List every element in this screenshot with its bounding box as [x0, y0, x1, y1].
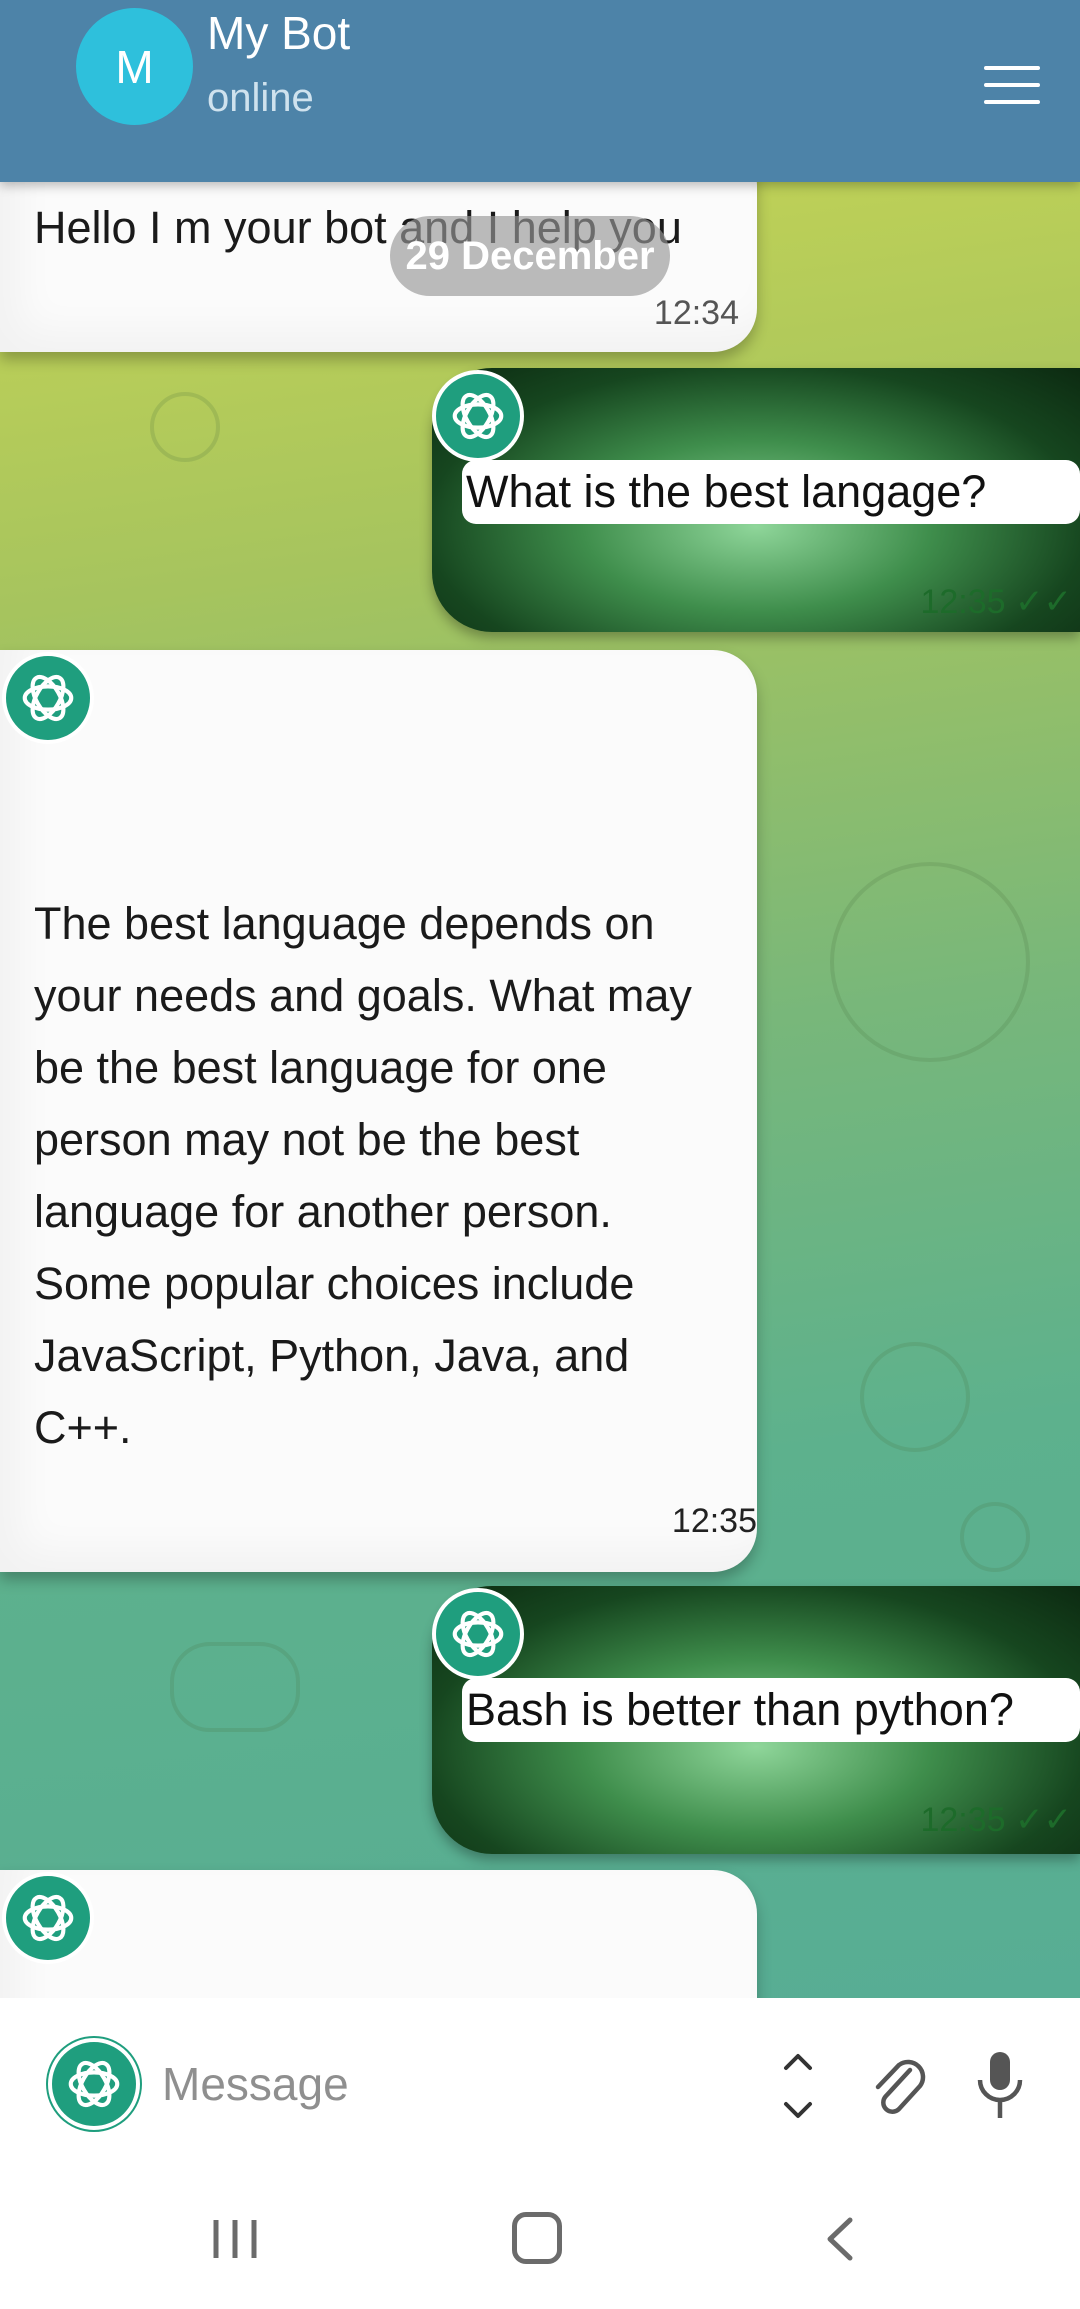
- doodle-pizza: [860, 1342, 970, 1452]
- chevron-up-down-icon[interactable]: [770, 2038, 826, 2134]
- message-text: The best language depends on your needs …: [34, 898, 692, 1453]
- chatgpt-logo-icon: [2, 652, 94, 744]
- message-outgoing[interactable]: Bash is better than python? 12:35 ✓✓: [432, 1586, 1080, 1854]
- online-status: online: [207, 76, 314, 120]
- message-time: 12:34: [653, 294, 739, 332]
- menu-icon[interactable]: [984, 66, 1040, 108]
- message-text: What is the best langage?: [462, 460, 1080, 524]
- message-text: Bash is better than python?: [462, 1678, 1080, 1742]
- back-icon[interactable]: [820, 2216, 860, 2262]
- doodle-egg: [150, 392, 220, 462]
- recent-apps-icon[interactable]: [210, 2216, 260, 2262]
- date-separator: 29 December: [390, 216, 670, 296]
- message-time: 12:35 ✓✓: [920, 1801, 1072, 1839]
- message-incoming[interactable]: [0, 1870, 757, 1998]
- microphone-icon[interactable]: [972, 2048, 1028, 2122]
- chat-area[interactable]: Hello I m your bot and I help you 12:34 …: [0, 182, 1080, 1998]
- chatgpt-logo-icon: [432, 1588, 524, 1680]
- chat-header: M My Bot online: [0, 0, 1080, 182]
- doodle-cloud: [170, 1642, 300, 1732]
- doodle-balloon: [830, 862, 1030, 1062]
- double-check-icon: ✓✓: [1015, 583, 1072, 621]
- message-outgoing[interactable]: What is the best langage? 12:35 ✓✓: [432, 368, 1080, 632]
- avatar-letter: M: [115, 40, 154, 93]
- chat-title[interactable]: My Bot: [207, 6, 350, 60]
- message-time: 12:35 ✓✓: [920, 583, 1072, 621]
- message-time: 12:35: [671, 1502, 757, 1540]
- doodle-lollipop: [960, 1502, 1030, 1572]
- chatgpt-logo-icon: [2, 1872, 94, 1964]
- paperclip-icon[interactable]: [866, 2050, 928, 2120]
- bot-avatar[interactable]: M: [76, 8, 193, 125]
- chatgpt-logo-icon: [432, 370, 524, 462]
- double-check-icon: ✓✓: [1015, 1801, 1072, 1839]
- system-navigation-bar: [0, 2166, 1080, 2309]
- home-icon[interactable]: [512, 2212, 562, 2264]
- message-input-bar: [0, 1998, 1080, 2166]
- message-incoming[interactable]: The best language depends on your needs …: [0, 650, 757, 1572]
- chatgpt-logo-icon[interactable]: [48, 2038, 140, 2130]
- message-input[interactable]: [162, 2046, 722, 2122]
